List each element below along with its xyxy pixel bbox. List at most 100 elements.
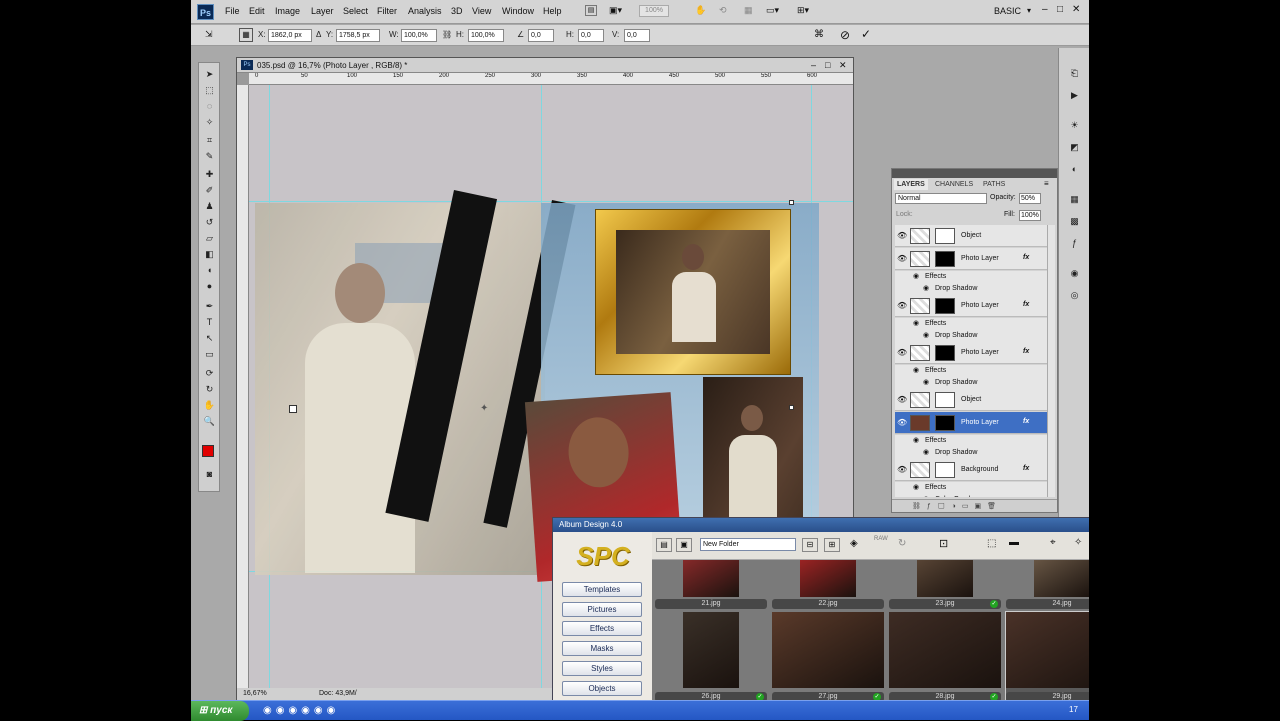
- visibility-eye-icon[interactable]: 👁: [897, 418, 907, 427]
- effect-visibility-icon[interactable]: ◉: [923, 495, 929, 497]
- panel-header-bar[interactable]: [892, 169, 1057, 178]
- masks-panel-icon[interactable]: ◩: [1068, 142, 1081, 153]
- visibility-eye-icon[interactable]: 👁: [897, 301, 907, 310]
- effect-visibility-icon[interactable]: ◉: [913, 483, 919, 491]
- photoshop-logo[interactable]: Ps: [197, 4, 214, 20]
- effect-item-row[interactable]: ◉ Drop Shadow: [895, 283, 1047, 295]
- grid-icon[interactable]: ▦: [744, 5, 753, 16]
- 3d-panel-icon[interactable]: ◉: [1068, 268, 1081, 279]
- layer-row[interactable]: 👁 Object: [895, 225, 1047, 247]
- gradient-tool-icon[interactable]: ◧: [203, 249, 216, 260]
- thumbnail-item[interactable]: 21.jpg: [655, 560, 767, 609]
- open-folder-icon[interactable]: ⊟: [802, 538, 818, 552]
- workspace-dropdown-icon[interactable]: ▾: [1027, 6, 1031, 15]
- menu-help[interactable]: Help: [543, 6, 562, 16]
- menu-edit[interactable]: Edit: [249, 6, 265, 16]
- color-panel-icon[interactable]: ◐: [1068, 164, 1081, 175]
- eraser-tool-icon[interactable]: ▱: [203, 233, 216, 244]
- thumbnail-item[interactable]: 26.jpg ✓: [655, 612, 767, 702]
- link-icon[interactable]: ⛓: [442, 30, 452, 39]
- layer-effects-icon[interactable]: fx: [1023, 465, 1029, 472]
- 3d-orbit-icon[interactable]: ↻: [203, 384, 216, 395]
- clone-stamp-icon[interactable]: ♟: [203, 201, 216, 212]
- tab-layers[interactable]: LAYERS: [894, 179, 928, 190]
- gold-frame[interactable]: [595, 209, 791, 375]
- history-brush-icon[interactable]: ↺: [203, 217, 216, 228]
- tag-icon[interactable]: ◈: [850, 538, 858, 549]
- angle-field[interactable]: 0,0: [528, 29, 554, 42]
- quick-mask-icon[interactable]: ◙: [203, 469, 216, 480]
- width-field[interactable]: 100,0%: [401, 29, 437, 42]
- warp-icon[interactable]: ⌘: [814, 29, 824, 40]
- thumbnail-item[interactable]: 27.jpg ✓: [772, 612, 884, 702]
- effects-row[interactable]: ◉ Effects: [895, 318, 1047, 330]
- tab-paths[interactable]: PATHS: [980, 179, 1008, 190]
- tab-channels[interactable]: CHANNELS: [932, 179, 976, 190]
- layer-row[interactable]: 👁 Photo Layer fx: [892, 412, 1047, 434]
- thumbnail-item[interactable]: 29.jpg✓: [1005, 611, 1089, 703]
- v-skew-field[interactable]: 0,0: [624, 29, 650, 42]
- arrange-documents-icon[interactable]: ▣▾: [609, 5, 622, 16]
- effect-item-row[interactable]: ◉ Drop Shadow: [895, 377, 1047, 389]
- quick-launch-icons[interactable]: ◉◉◉◉◉◉: [263, 705, 339, 716]
- brush-tool-icon[interactable]: ✐: [203, 185, 216, 196]
- effect-item-row[interactable]: ◉ Color Overlay: [895, 494, 1047, 497]
- star-pointer-icon[interactable]: ✧: [1074, 537, 1082, 548]
- zoom-tool-icon[interactable]: 🔍: [203, 416, 216, 427]
- album-button-pictures[interactable]: Pictures: [562, 601, 642, 617]
- visibility-eye-icon[interactable]: 👁: [897, 231, 907, 240]
- add-view-icon[interactable]: ▣: [676, 538, 692, 552]
- layer-row[interactable]: 👁 Photo Layer fx: [892, 342, 1047, 364]
- maximize-icon[interactable]: □: [1057, 4, 1063, 15]
- album-title-bar[interactable]: Album Design 4.0: [553, 518, 1089, 532]
- adjustments-panel-icon[interactable]: ☀: [1068, 120, 1081, 131]
- extras-icon[interactable]: ⊞▾: [797, 5, 809, 16]
- path-selection-icon[interactable]: ↖: [203, 333, 216, 344]
- menu-3d[interactable]: 3D: [451, 6, 463, 16]
- layer-row[interactable]: 👁 Object: [895, 389, 1047, 411]
- layer-effects-icon[interactable]: fx: [1023, 348, 1029, 355]
- effect-visibility-icon[interactable]: ◉: [923, 378, 929, 386]
- minimize-icon[interactable]: –: [1042, 4, 1048, 15]
- menu-file[interactable]: File: [225, 6, 240, 16]
- doc-maximize-icon[interactable]: □: [825, 58, 830, 73]
- visibility-eye-icon[interactable]: 👁: [897, 395, 907, 404]
- rotate-view-icon[interactable]: ⟲: [719, 5, 727, 16]
- document-tab[interactable]: Ps 035.psd @ 16,7% (Photo Layer , RGB/8)…: [237, 58, 853, 73]
- effect-visibility-icon[interactable]: ◉: [913, 272, 919, 280]
- fit-icon[interactable]: ⊡: [939, 537, 948, 550]
- visibility-eye-icon[interactable]: 👁: [897, 348, 907, 357]
- effect-item-row[interactable]: ◉ Drop Shadow: [895, 330, 1047, 342]
- effects-row[interactable]: ◉ Effects: [895, 482, 1047, 494]
- hand-tool-icon[interactable]: ✋: [203, 400, 216, 411]
- screen-icon[interactable]: ▬: [1009, 537, 1019, 548]
- menu-select[interactable]: Select: [343, 6, 368, 16]
- visibility-eye-icon[interactable]: 👁: [897, 254, 907, 263]
- rotate-icon[interactable]: ↻: [898, 538, 906, 549]
- menu-view[interactable]: View: [472, 6, 491, 16]
- layer-row[interactable]: 👁 Background fx: [895, 459, 1047, 481]
- y-field[interactable]: 1758,5 px: [336, 29, 380, 42]
- launch-bridge-icon[interactable]: ▤: [585, 5, 597, 16]
- shape-tool-icon[interactable]: ▭: [203, 349, 216, 360]
- foreground-color-swatch[interactable]: [202, 445, 214, 457]
- thumbnail-item[interactable]: 22.jpg: [772, 560, 884, 609]
- eyedropper-icon[interactable]: ✎: [203, 151, 216, 162]
- effect-visibility-icon[interactable]: ◉: [913, 319, 919, 327]
- effects-row[interactable]: ◉ Effects: [895, 271, 1047, 283]
- actions-panel-icon[interactable]: ▶: [1068, 90, 1081, 101]
- album-button-objects[interactable]: Objects: [562, 680, 642, 696]
- menu-window[interactable]: Window: [502, 6, 534, 16]
- new-folder-icon[interactable]: ⊞: [824, 538, 840, 552]
- type-tool-icon[interactable]: T: [203, 317, 216, 328]
- 3d-rotate-icon[interactable]: ⟳: [203, 368, 216, 379]
- effect-visibility-icon[interactable]: ◉: [923, 331, 929, 339]
- layer-row[interactable]: 👁 Photo Layer fx: [892, 295, 1047, 317]
- menu-analysis[interactable]: Analysis: [408, 6, 442, 16]
- reference-point-icon[interactable]: ▦: [239, 28, 253, 42]
- effect-visibility-icon[interactable]: ◉: [923, 284, 929, 292]
- effect-visibility-icon[interactable]: ◉: [923, 448, 929, 456]
- zoom-level[interactable]: 100%: [639, 5, 669, 17]
- opacity-field[interactable]: 50%: [1019, 193, 1041, 204]
- effects-row[interactable]: ◉ Effects: [895, 365, 1047, 377]
